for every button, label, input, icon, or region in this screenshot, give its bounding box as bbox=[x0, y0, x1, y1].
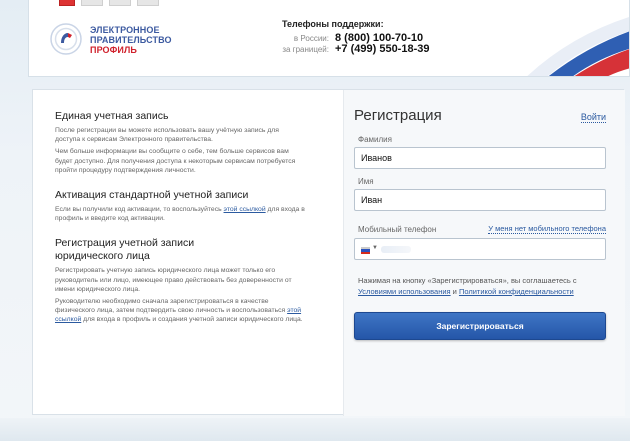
page-footer-background bbox=[0, 418, 630, 441]
section-title-legal-entity: Регистрация учетной записи юридического … bbox=[55, 237, 195, 263]
text-fragment: Если вы получили код активации, то воспо… bbox=[55, 206, 224, 214]
login-link[interactable]: Войти bbox=[580, 112, 606, 123]
registration-form: Регистрация Войти Фамилия Имя Мобильный … bbox=[343, 90, 625, 416]
logo-emblem-icon[interactable] bbox=[49, 22, 83, 56]
surname-field[interactable] bbox=[354, 147, 606, 169]
support-phones-title: Телефоны поддержки: bbox=[282, 19, 384, 29]
top-tab[interactable] bbox=[137, 0, 159, 6]
section-text: Регистрировать учетную запись юридическо… bbox=[55, 267, 292, 293]
site-header: ЭЛЕКТРОННОЕ ПРАВИТЕЛЬСТВО ПРОФИЛЬ Телефо… bbox=[28, 0, 630, 77]
surname-label: Фамилия bbox=[358, 135, 392, 144]
phone-row-abroad: за границей: +7 (499) 550-18-39 bbox=[257, 43, 437, 55]
section-text: Чем больше информации вы сообщите о себе… bbox=[55, 148, 296, 174]
name-label: Имя bbox=[358, 177, 374, 186]
text-fragment: для входа в профиль и создания учетной з… bbox=[81, 316, 303, 324]
no-mobile-link[interactable]: У меня нет мобильного телефона bbox=[488, 224, 606, 234]
logo-line-1: ЭЛЕКТРОННОЕ bbox=[90, 25, 160, 35]
flag-stripes-decoration bbox=[527, 17, 629, 76]
name-field[interactable] bbox=[354, 189, 606, 211]
text-fragment: и bbox=[450, 287, 459, 296]
logo-text[interactable]: ЭЛЕКТРОННОЕ ПРАВИТЕЛЬСТВО ПРОФИЛЬ bbox=[90, 25, 172, 55]
top-tabs bbox=[59, 0, 159, 6]
top-tab[interactable] bbox=[59, 0, 75, 6]
activation-link[interactable]: этой ссылкой bbox=[224, 206, 266, 213]
russia-flag-icon[interactable] bbox=[361, 247, 370, 254]
terms-link[interactable]: Условиями использования bbox=[358, 287, 451, 296]
logo-line-3: ПРОФИЛЬ bbox=[90, 45, 137, 55]
terms-agreement: Нажимая на кнопку «Зарегистрироваться», … bbox=[358, 275, 613, 297]
form-title: Регистрация bbox=[354, 107, 442, 124]
top-tab[interactable] bbox=[81, 0, 103, 6]
mobile-phone-field[interactable]: ▼ bbox=[354, 238, 606, 260]
phone-label: Мобильный телефон bbox=[358, 225, 437, 234]
phone-label: за границей: bbox=[282, 45, 329, 54]
info-panel: Единая учетная запись После регистрации … bbox=[55, 110, 305, 325]
section-text: Если вы получили код активации, то воспо… bbox=[55, 205, 305, 223]
section-title-single-account: Единая учетная запись bbox=[55, 110, 169, 122]
text-fragment: Нажимая на кнопку «Зарегистрироваться», … bbox=[358, 276, 577, 285]
section-text: После регистрации вы можете использовать… bbox=[55, 127, 279, 144]
section-title-activation: Активация стандартной учетной записи bbox=[55, 189, 249, 202]
chevron-down-icon[interactable]: ▼ bbox=[372, 245, 378, 251]
phone-label: в России: bbox=[293, 34, 329, 43]
register-button[interactable]: Зарегистрироваться bbox=[354, 312, 606, 340]
registration-card: Единая учетная запись После регистрации … bbox=[32, 89, 625, 416]
section-text: Руководителю необходимо сначала зарегист… bbox=[55, 297, 305, 325]
top-tab[interactable] bbox=[109, 0, 131, 6]
privacy-link[interactable]: Политикой конфиденциальности bbox=[459, 287, 574, 296]
text-fragment: Руководителю необходимо сначала зарегист… bbox=[55, 298, 288, 315]
logo-line-2: ПРАВИТЕЛЬСТВО bbox=[90, 35, 172, 45]
blurred-phone-value bbox=[381, 246, 411, 253]
phone-number: +7 (499) 550-18-39 bbox=[335, 43, 430, 55]
